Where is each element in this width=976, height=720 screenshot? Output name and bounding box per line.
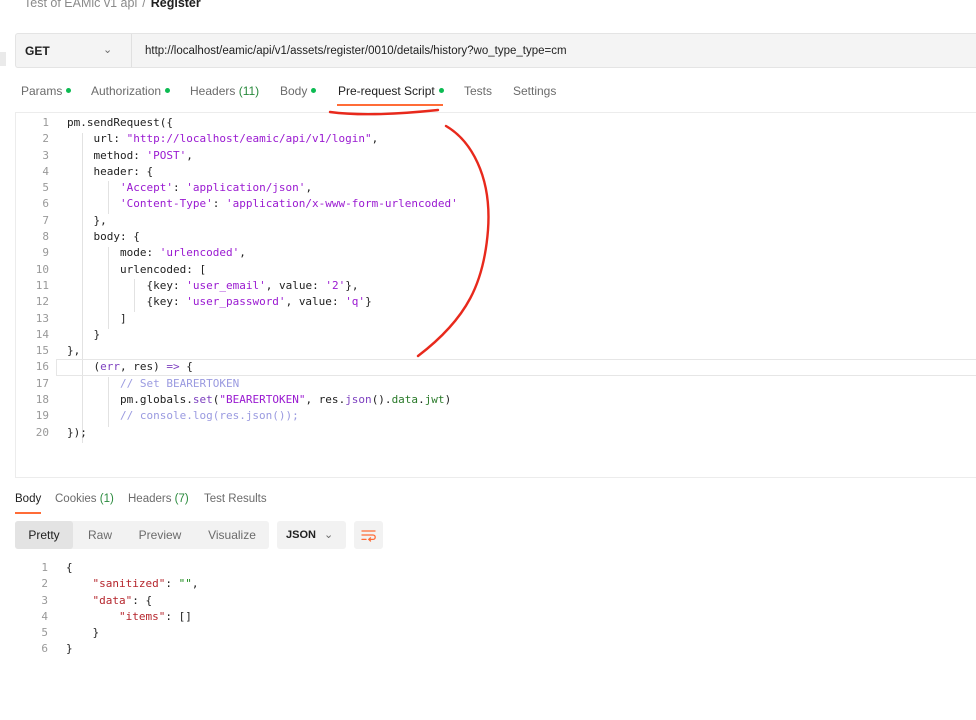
tab-response-body[interactable]: Body: [15, 493, 41, 505]
breadcrumb-current: Register: [150, 0, 201, 10]
sidebar-edge: [0, 52, 6, 66]
format-label: JSON: [286, 529, 316, 541]
line-number: 8: [42, 230, 49, 244]
tab-cookies[interactable]: Cookies (1): [55, 493, 114, 505]
tab-settings[interactable]: Settings: [513, 84, 556, 98]
tab-test-results[interactable]: Test Results: [204, 493, 267, 505]
view-raw-button[interactable]: Raw: [75, 521, 125, 549]
tab-headers[interactable]: Headers (11): [190, 84, 259, 98]
response-line: 5 }: [15, 625, 976, 641]
view-visualize-button[interactable]: Visualize: [195, 521, 269, 549]
response-line: 2 "sanitized": "",: [15, 576, 976, 592]
url-divider: [131, 34, 132, 67]
line-number: 1: [41, 561, 48, 574]
code-line: 13 ]: [16, 311, 976, 327]
tab-response-headers[interactable]: Headers (7): [128, 493, 189, 505]
line-number: 15: [35, 344, 49, 358]
status-dot: [438, 88, 444, 93]
wrap-lines-button[interactable]: [354, 521, 383, 549]
script-editor[interactable]: 1 pm.sendRequest({2 url: "http://localhos…: [15, 112, 976, 478]
line-number: 3: [41, 593, 48, 607]
response-line: 1{: [15, 560, 976, 576]
response-line: 4 "items": []: [15, 609, 976, 625]
line-number: 12: [35, 295, 49, 309]
line-number: 5: [42, 181, 49, 195]
line-number: 9: [42, 246, 49, 260]
code-line: 8 body: {: [16, 229, 976, 245]
code-line: 14 }: [16, 327, 976, 343]
code-line: 12 {key: 'user_password', value: 'q'}: [16, 294, 976, 310]
code-line: 5 'Accept': 'application/json',: [16, 180, 976, 196]
response-line: 6}: [15, 641, 976, 657]
line-number: 20: [35, 425, 49, 439]
line-number: 6: [41, 642, 48, 656]
code-line: 20});: [16, 425, 976, 441]
active-response-tab-indicator: [15, 512, 41, 514]
breadcrumb-parent[interactable]: Test of EAMic v1 api: [24, 0, 137, 10]
status-dot: [165, 88, 171, 93]
line-number: 14: [35, 327, 49, 341]
code-line: 10 urlencoded: [: [16, 262, 976, 278]
view-preview-button[interactable]: Preview: [127, 521, 193, 549]
line-number: 6: [42, 197, 49, 211]
line-number: 7: [42, 213, 49, 227]
code-line: 4 header: {: [16, 164, 976, 180]
breadcrumb: Test of EAMic v1 api / Register: [24, 0, 201, 10]
line-number: 5: [41, 626, 48, 640]
wrap-lines-icon: [361, 530, 376, 542]
code-line: 15},: [16, 343, 976, 359]
code-line: 7 },: [16, 213, 976, 229]
method-select[interactable]: GET: [25, 44, 50, 58]
line-number: 16: [35, 360, 49, 374]
line-number: 4: [41, 609, 48, 623]
line-number: 3: [42, 148, 49, 162]
code-line: 9 mode: 'urlencoded',: [16, 245, 976, 261]
code-line: 6 'Content-Type': 'application/x-www-for…: [16, 196, 976, 212]
tab-body[interactable]: Body: [280, 84, 317, 98]
view-pretty-button[interactable]: Pretty: [15, 521, 73, 549]
chevron-down-icon: ⌄: [324, 529, 334, 541]
status-dot: [66, 88, 72, 93]
code-line: 17 // Set BEARERTOKEN: [16, 376, 976, 392]
active-tab-indicator: [337, 104, 443, 106]
tab-pre-request-script[interactable]: Pre-request Script: [338, 84, 444, 98]
line-number: 13: [35, 311, 49, 325]
line-number: 2: [42, 132, 49, 146]
code-line: 11 {key: 'user_email', value: '2'},: [16, 278, 976, 294]
response-body-code: 1{2 "sanitized": "", 3 "data": {4 "items"…: [15, 560, 976, 658]
line-number: 10: [35, 262, 49, 276]
line-number: 19: [35, 409, 49, 423]
tab-tests[interactable]: Tests: [464, 84, 492, 98]
code-line: 19 // console.log(res.json());: [16, 408, 976, 424]
code-line: 1 pm.sendRequest({: [16, 115, 976, 131]
line-number: 4: [42, 164, 49, 178]
format-select[interactable]: JSON ⌄: [277, 521, 346, 549]
view-mode-group: Pretty Raw Preview Visualize: [15, 521, 269, 549]
response-line: 3 "data": {: [15, 593, 976, 609]
line-number: 1: [42, 116, 49, 129]
line-number: 17: [35, 376, 49, 390]
request-url-bar: GET ⌄ http://localhost/eamic/api/v1/asse…: [15, 33, 976, 68]
tab-params[interactable]: Params: [21, 84, 72, 98]
tab-authorization[interactable]: Authorization: [91, 84, 171, 98]
breadcrumb-separator: /: [142, 0, 146, 10]
status-dot: [311, 88, 317, 93]
line-number: 18: [35, 393, 49, 407]
line-number: 2: [41, 577, 48, 591]
url-input[interactable]: http://localhost/eamic/api/v1/assets/reg…: [145, 45, 567, 57]
code-line: 16 (err, res) => {: [16, 359, 976, 377]
chevron-down-icon[interactable]: ⌄: [103, 43, 112, 56]
line-number: 11: [35, 278, 49, 292]
code-line: 3 method: 'POST',: [16, 148, 976, 164]
code-line: 2 url: "http://localhost/eamic/api/v1/lo…: [16, 131, 976, 147]
script-code: 1 pm.sendRequest({2 url: "http://localhos…: [16, 115, 976, 441]
code-line: 18 pm.globals.set("BEARERTOKEN", res.jso…: [16, 392, 976, 408]
